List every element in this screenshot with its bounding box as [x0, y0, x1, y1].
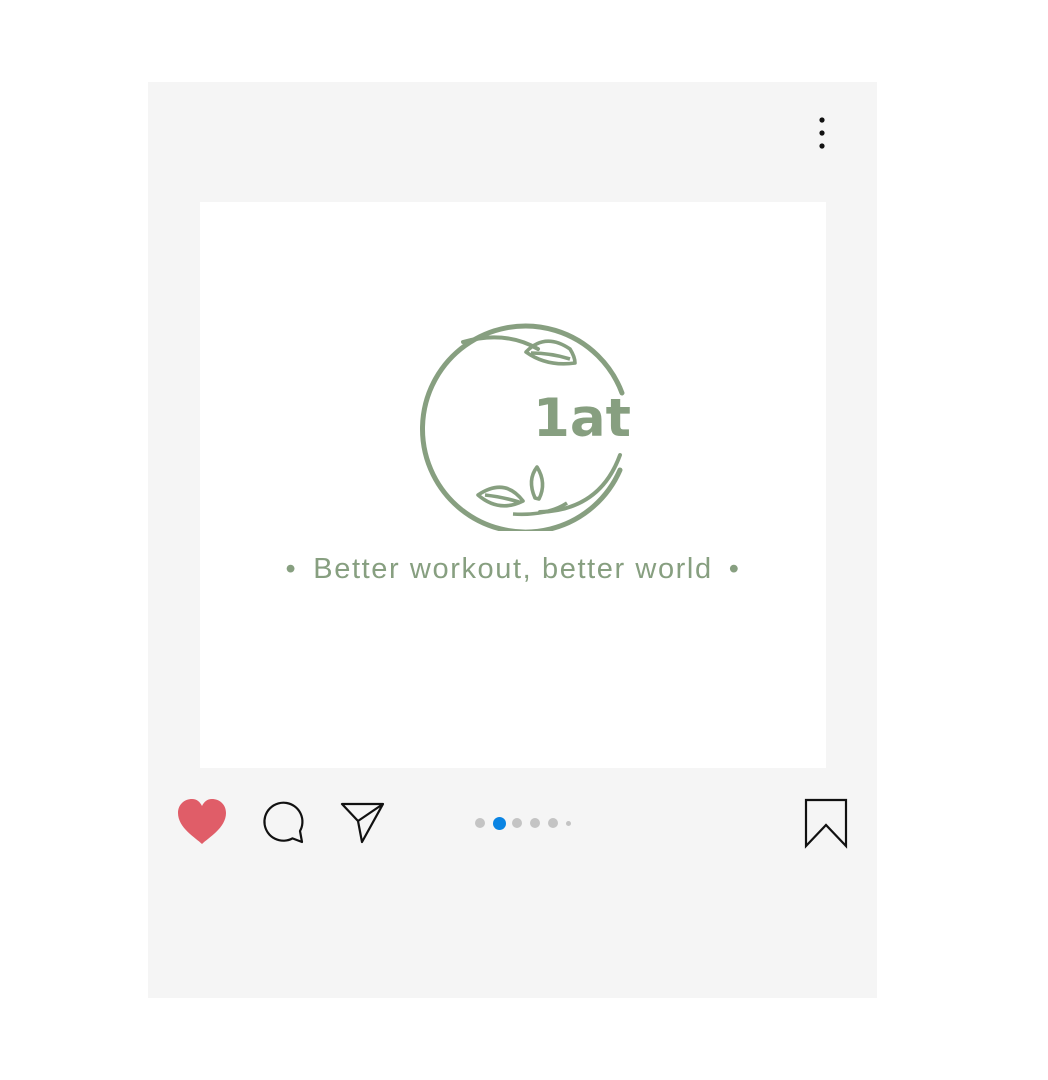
tagline-bullet-left: •	[285, 553, 298, 585]
paper-plane-icon	[340, 802, 385, 844]
carousel-dot[interactable]	[475, 818, 485, 828]
tagline: • Better workout, better world •	[200, 551, 826, 587]
bookmark-icon	[804, 798, 848, 849]
post-card: 1at • Better workout, better world •	[148, 82, 877, 998]
carousel-dot-active[interactable]	[493, 816, 506, 830]
carousel-indicator	[475, 816, 579, 830]
save-button[interactable]	[803, 797, 849, 849]
logo-text: 1at	[533, 388, 631, 449]
carousel-dot-small[interactable]	[566, 820, 571, 826]
heart-icon	[178, 799, 226, 844]
share-button[interactable]	[340, 801, 386, 845]
brand-logo: 1at	[420, 323, 631, 531]
speech-bubble-icon	[263, 801, 304, 844]
tagline-bullet-right: •	[728, 553, 741, 585]
tagline-text: Better workout, better world	[313, 553, 713, 585]
carousel-dot[interactable]	[548, 818, 558, 828]
carousel-dot[interactable]	[512, 818, 522, 828]
vertical-ellipsis-icon	[819, 117, 825, 149]
like-button[interactable]	[176, 798, 228, 846]
post-image: 1at • Better workout, better world •	[200, 202, 826, 768]
more-options-button[interactable]	[808, 114, 836, 154]
comment-button[interactable]	[262, 800, 306, 848]
carousel-dot[interactable]	[530, 818, 540, 828]
